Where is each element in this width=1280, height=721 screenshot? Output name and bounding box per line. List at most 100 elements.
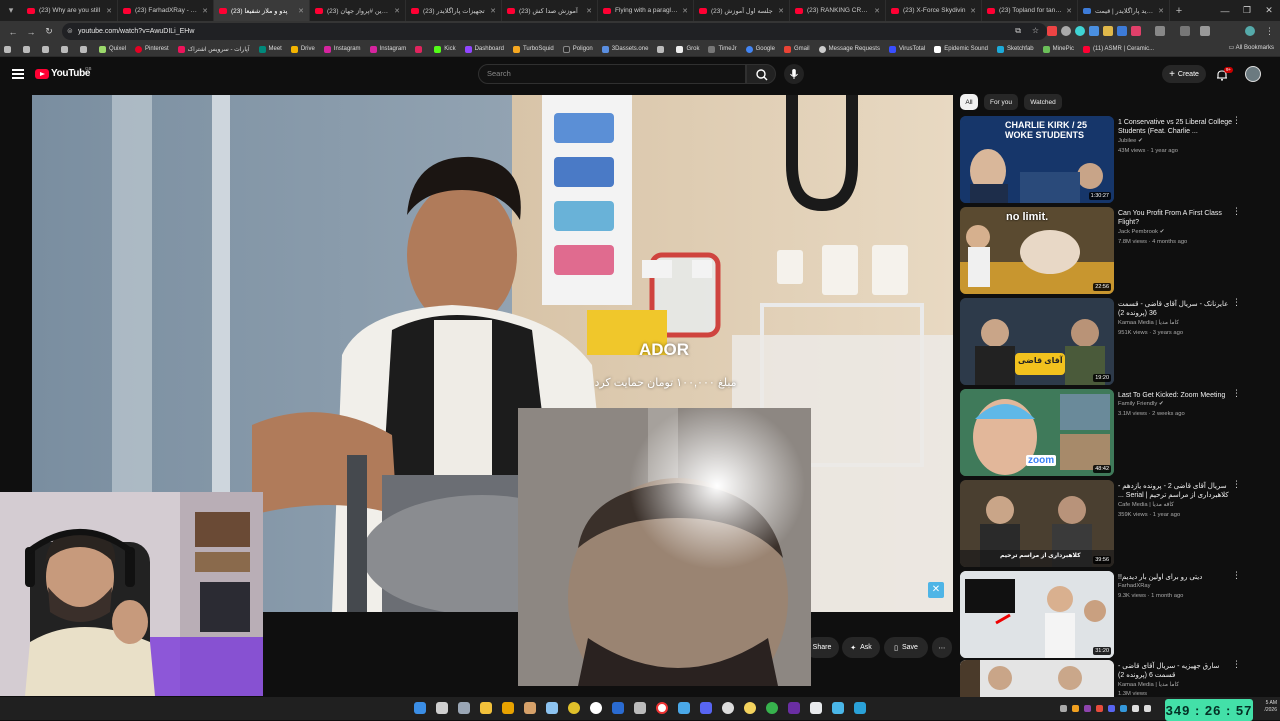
app-icon[interactable] (722, 702, 734, 714)
search-app-icon[interactable] (502, 702, 514, 714)
video-title[interactable]: Can You Profit From A First Class Flight… (1118, 209, 1232, 227)
app-icon[interactable] (810, 702, 822, 714)
video-title[interactable]: 1 Conservative vs 25 Liberal College Stu… (1118, 118, 1232, 136)
app-icon[interactable] (832, 702, 844, 714)
site-info-icon[interactable]: ⊜ (67, 27, 73, 35)
bookmark-item[interactable]: Meet (258, 45, 282, 53)
channel-name[interactable]: Cafe Media | کافه مدیا (1118, 502, 1232, 508)
hamburger-menu-icon[interactable] (12, 69, 24, 79)
recommendation-item[interactable]: سارق جهیزیه - سریال آقای قاضی - قسمت 6 (… (960, 660, 1250, 697)
channel-name[interactable]: Kamaa Media | کاما مدیا (1118, 682, 1232, 688)
bookmark-item[interactable]: Quixel (99, 45, 126, 53)
close-icon[interactable]: ✕ (928, 582, 944, 598)
channel-name[interactable]: FarhadXRay (1118, 583, 1232, 589)
tray-icon[interactable] (1108, 705, 1115, 712)
video-title[interactable]: سارق جهیزیه - سریال آقای قاضی - قسمت 6 (… (1118, 662, 1232, 680)
settings-gear-icon[interactable] (546, 702, 558, 714)
browser-tab-active[interactable]: (23) پدو و ملاز شفیعا ✕ (214, 0, 310, 21)
bookmark-item[interactable]: Drive (290, 45, 315, 53)
extension-icon[interactable] (1061, 26, 1071, 36)
profile-avatar-icon[interactable] (1245, 26, 1255, 36)
recommendation-item[interactable]: کلاهبرداری از مراسم ترحیم 39:56 سریال آق… (960, 480, 1250, 568)
app-icon[interactable] (524, 702, 536, 714)
close-icon[interactable]: ✕ (586, 7, 592, 15)
bookmark-item[interactable]: Instagram (369, 45, 406, 53)
steam-icon[interactable] (612, 702, 624, 714)
search-button[interactable] (746, 64, 776, 84)
bookmark-item[interactable]: (11) ASMR | Ceramic... (1082, 45, 1154, 53)
video-title[interactable]: سریال آقای قاضی 2 - پرونده یازدهم - کلاه… (1118, 482, 1232, 500)
bookmark-item[interactable] (61, 45, 71, 53)
bookmark-item[interactable] (657, 45, 667, 53)
bookmark-item[interactable] (42, 45, 52, 53)
close-icon[interactable]: ✕ (682, 7, 688, 15)
save-button[interactable]: ▯ Save (884, 637, 928, 658)
recommendation-item[interactable]: آقای قاضی 19:20 عایرنانک - سریال آقای قا… (960, 298, 1250, 386)
more-options-icon[interactable]: ⋮ (1232, 389, 1241, 398)
bookmark-item[interactable]: Sketchfab (996, 45, 1034, 53)
system-clock[interactable]: 5 AM/2026 (1255, 700, 1277, 714)
video-thumbnail[interactable]: zoom 48:42 (960, 389, 1114, 476)
extension-icon[interactable] (1103, 26, 1113, 36)
search-input[interactable]: Search (478, 64, 746, 84)
bookmark-item[interactable]: Grok (676, 45, 699, 53)
voice-search-button[interactable] (784, 64, 804, 84)
video-title[interactable]: دیتی رو برای اولین بار دیدیم!! (1118, 573, 1232, 582)
volume-icon[interactable] (1144, 705, 1151, 712)
bookmark-item[interactable]: Dashboard (464, 45, 504, 53)
recommendation-item[interactable]: zoom 48:42 Last To Get Kicked: Zoom Meet… (960, 389, 1250, 477)
bookmark-item[interactable]: Message Requests (818, 45, 880, 53)
close-icon[interactable]: ✕ (202, 7, 208, 15)
obs-icon[interactable] (656, 702, 668, 714)
extension-icon[interactable] (1089, 26, 1099, 36)
more-options-icon[interactable]: ⋮ (1232, 571, 1241, 580)
app-icon[interactable] (458, 702, 470, 714)
maximize-icon[interactable]: ❐ (1236, 0, 1258, 21)
tray-icon[interactable] (1084, 705, 1091, 712)
tray-icon[interactable] (1072, 705, 1079, 712)
window-close-icon[interactable]: ✕ (1258, 0, 1280, 21)
more-actions-button[interactable]: ⋯ (932, 637, 952, 658)
extensions-puzzle-icon[interactable] (1155, 26, 1165, 36)
browser-tab[interactable]: (23) آخرین #پرواز جهان ✕ (310, 0, 406, 21)
chrome-icon[interactable] (568, 702, 580, 714)
channel-name[interactable]: Family Friendly ✔ (1118, 401, 1232, 407)
bookmark-star-icon[interactable]: ☆ (1032, 26, 1039, 35)
channel-name[interactable]: Jubilee ✔ (1118, 138, 1232, 144)
chip-all[interactable]: All (960, 94, 978, 110)
close-icon[interactable]: ✕ (874, 7, 880, 15)
reload-icon[interactable]: ↻ (40, 23, 58, 41)
bookmark-item[interactable] (4, 45, 14, 53)
bookmark-item[interactable]: Epidemic Sound (934, 45, 988, 53)
app-icon[interactable] (854, 702, 866, 714)
video-title[interactable]: Last To Get Kicked: Zoom Meeting (1118, 391, 1232, 400)
app-icon[interactable] (744, 702, 756, 714)
close-icon[interactable]: ✕ (298, 7, 304, 15)
more-options-icon[interactable]: ⋮ (1232, 480, 1241, 489)
video-thumbnail[interactable]: CHARLIE KIRK / 25 WOKE STUDENTS 1:30:27 (960, 116, 1114, 203)
bookmark-item[interactable]: Pinterest (135, 45, 169, 53)
browser-tab[interactable]: Flying with a paraglide ✕ (598, 0, 694, 21)
video-thumbnail[interactable]: no limit. 22:56 (960, 207, 1114, 294)
close-icon[interactable]: ✕ (1158, 7, 1164, 15)
tray-icon[interactable] (1096, 705, 1103, 712)
all-bookmarks-button[interactable]: ▭ All Bookmarks (1229, 44, 1274, 51)
channel-name[interactable]: Kamaa Media | کاما مدیا (1118, 320, 1232, 326)
close-icon[interactable]: ✕ (778, 7, 784, 15)
browser-tab[interactable]: (23) Why are you still ✕ (22, 0, 118, 21)
close-icon[interactable]: ✕ (1066, 7, 1072, 15)
close-icon[interactable]: ✕ (106, 7, 112, 15)
profile-menu-icon[interactable] (1180, 26, 1190, 36)
browser-tab[interactable]: (23) آموزش صدا کش ✕ (502, 0, 598, 21)
more-options-icon[interactable]: ⋮ (1232, 298, 1241, 307)
bookmark-item[interactable]: Instagram (323, 45, 361, 53)
chip-for-you[interactable]: For you (984, 94, 1018, 110)
forward-arrow-icon[interactable]: → (22, 23, 40, 41)
bookmark-item[interactable]: Poligon (562, 45, 593, 53)
extension-icon[interactable] (1047, 26, 1057, 36)
task-view-icon[interactable] (436, 702, 448, 714)
tray-icon[interactable] (1060, 705, 1067, 712)
minimize-icon[interactable]: — (1214, 0, 1236, 21)
browser-menu-icon[interactable]: ⋮ (1265, 26, 1275, 36)
browser-tab[interactable]: (23) X-Force Skydivin ✕ (886, 0, 982, 21)
